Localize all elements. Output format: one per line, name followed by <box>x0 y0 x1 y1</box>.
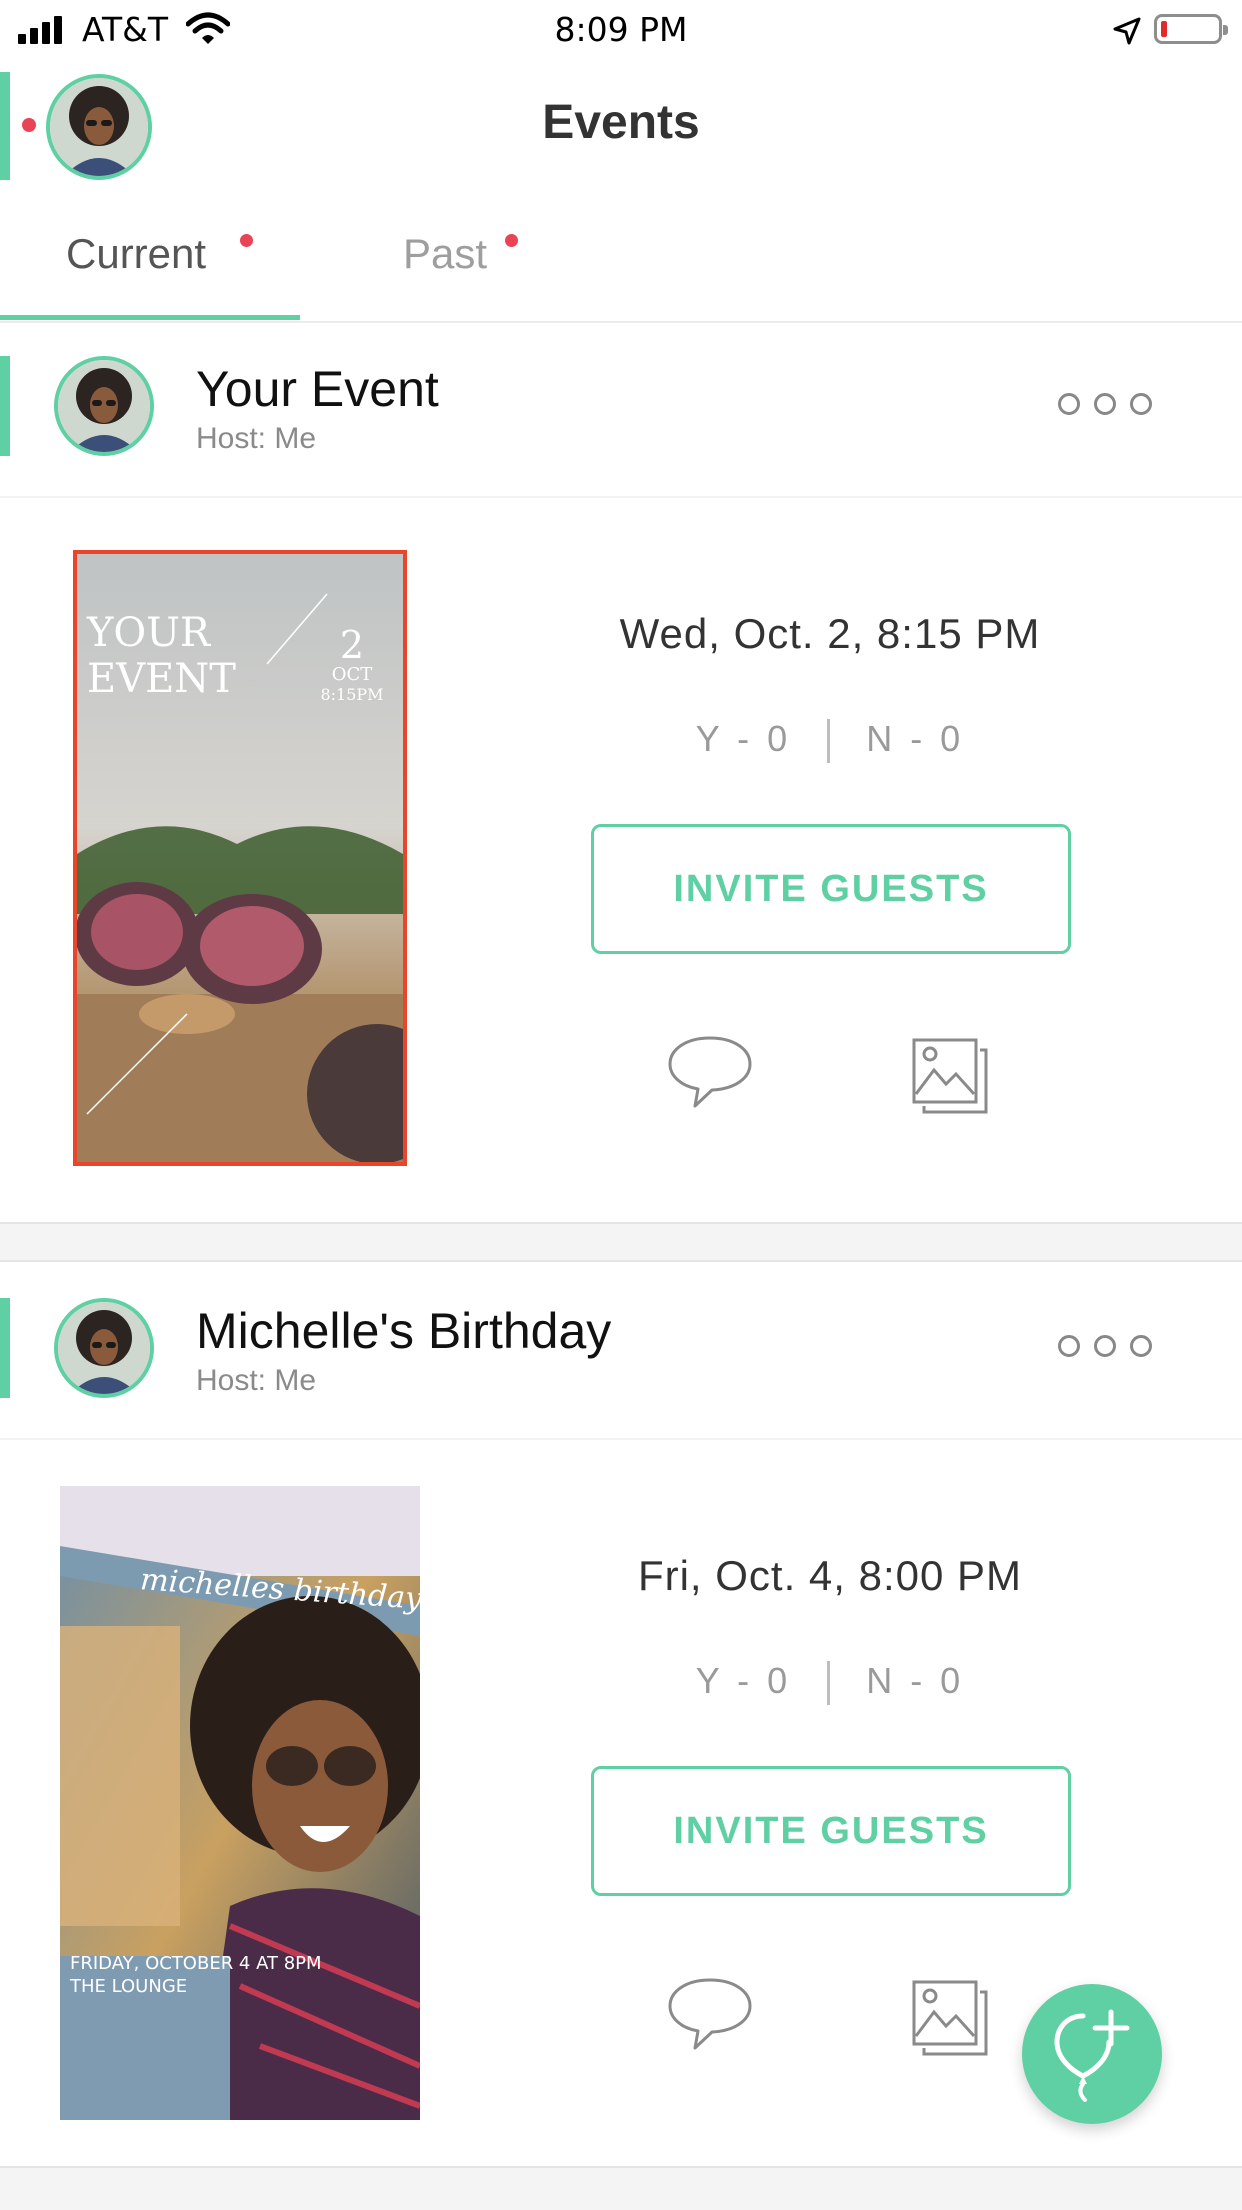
page-title: Events <box>542 96 700 149</box>
event-title[interactable]: Your Event <box>196 360 439 418</box>
tab-current-badge <box>240 234 253 247</box>
rsvp-summary: Y - 0 N - 0 <box>520 1660 1140 1706</box>
status-bar: AT&T 8:09 PM <box>0 0 1242 60</box>
more-options-button[interactable] <box>1058 1335 1178 1361</box>
poster-caption: FRIDAY, OCTOBER 4 AT 8PM THE LOUNGE <box>70 1952 322 1998</box>
tab-current[interactable]: Current <box>66 230 206 278</box>
tab-current-label: Current <box>66 230 207 277</box>
poster-time: 8:15PM <box>320 685 384 704</box>
tab-past-label: Past <box>403 230 488 277</box>
card-header-divider <box>0 1438 1242 1440</box>
balloon-plus-icon <box>1054 2009 1130 2102</box>
host-avatar[interactable] <box>54 356 154 456</box>
poster-title-line: YOUR <box>87 610 211 656</box>
tabs-divider <box>0 321 1242 323</box>
event-poster[interactable]: YOUR EVENT 2 OCT 8:15PM <box>73 550 407 1166</box>
rsvp-separator <box>827 719 831 764</box>
dot-icon <box>1094 393 1116 415</box>
rsvp-no: N - 0 <box>866 718 965 759</box>
dot-icon <box>1058 393 1080 415</box>
create-event-button[interactable] <box>1022 1984 1162 2124</box>
card-separator <box>0 2166 1242 2210</box>
dot-icon <box>1094 1335 1116 1357</box>
poster-month: OCT <box>331 664 373 685</box>
event-host: Host: Me <box>196 1364 317 1397</box>
rsvp-yes: Y - 0 <box>695 718 792 759</box>
event-date: Wed, Oct. 2, 8:15 PM <box>619 610 1041 657</box>
poster-title-line: EVENT <box>87 656 236 702</box>
card-separator <box>0 1222 1242 1262</box>
tab-past[interactable]: Past <box>403 230 487 278</box>
event-active-indicator <box>0 1298 10 1398</box>
poster-caption-line: FRIDAY, OCTOBER 4 AT 8PM <box>70 1953 322 1974</box>
rsvp-yes: Y - 0 <box>695 1660 792 1701</box>
event-poster[interactable]: michelles birthday FRIDAY, OCTOBER 4 AT … <box>60 1486 420 2120</box>
chat-icon[interactable] <box>665 1974 755 2054</box>
invite-guests-button[interactable]: INVITE GUESTS <box>591 1766 1071 1896</box>
event-title[interactable]: Michelle's Birthday <box>196 1302 611 1360</box>
event-active-indicator <box>0 356 10 456</box>
poster-caption-line: THE LOUNGE <box>70 1976 188 1997</box>
event-host: Host: Me <box>196 422 317 455</box>
rsvp-no: N - 0 <box>866 1660 965 1701</box>
dot-icon <box>1130 393 1152 415</box>
poster-title: YOUR EVENT <box>87 610 236 702</box>
host-avatar[interactable] <box>54 1298 154 1398</box>
tab-past-badge <box>505 234 518 247</box>
more-options-button[interactable] <box>1058 393 1178 419</box>
clock: 8:09 PM <box>554 10 688 49</box>
dot-icon <box>1130 1335 1152 1357</box>
battery-icon <box>1154 14 1228 44</box>
rsvp-summary: Y - 0 N - 0 <box>520 718 1140 764</box>
rsvp-separator <box>827 1661 831 1706</box>
chat-icon[interactable] <box>665 1032 755 1112</box>
event-date: Fri, Oct. 4, 8:00 PM <box>637 1552 1023 1599</box>
tab-underline <box>0 315 300 320</box>
location-icon <box>1112 16 1142 51</box>
invite-guests-button[interactable]: INVITE GUESTS <box>591 824 1071 954</box>
poster-date: 2 OCT 8:15PM <box>317 626 387 704</box>
photos-icon[interactable] <box>910 1036 990 1116</box>
photos-icon[interactable] <box>910 1978 990 2058</box>
card-header-divider <box>0 496 1242 498</box>
poster-day: 2 <box>339 623 365 667</box>
dot-icon <box>1058 1335 1080 1357</box>
